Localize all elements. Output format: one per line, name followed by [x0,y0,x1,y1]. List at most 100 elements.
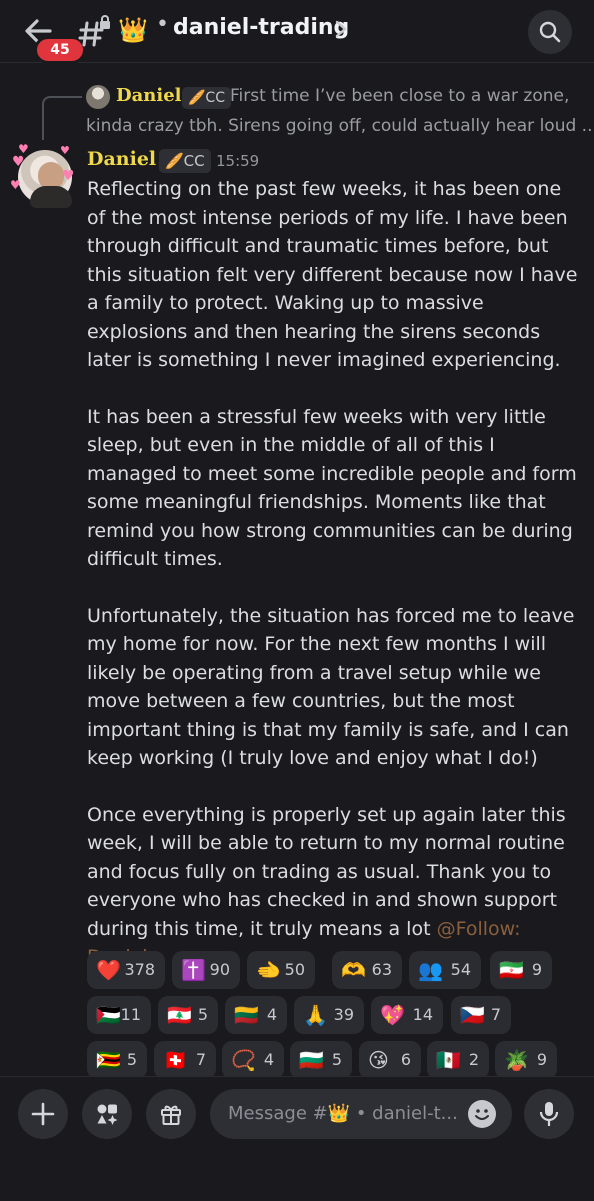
reaction-count: 39 [333,1005,354,1024]
reaction-chip[interactable]: ✝️ 90 [172,951,240,989]
reaction-chip[interactable]: 🇱🇹 4 [225,996,287,1034]
reaction-emoji: 📿 [231,1048,256,1072]
reaction-emoji: 💖 [380,1003,405,1027]
reaction-chip[interactable]: 🙏 39 [294,996,364,1034]
message-paragraph-last: Once everything is properly set up again… [87,801,582,972]
message-timestamp: 15:59 [216,152,260,170]
emoji-button[interactable] [468,1100,496,1128]
chevron-right-icon[interactable] [334,19,348,39]
reply-text-line-1[interactable]: First time I’ve been close to a war zone… [230,86,569,106]
reaction-chip[interactable]: ❤️ 378 [87,951,165,989]
reaction-chip[interactable]: 🫲 50 [247,951,315,989]
reaction-emoji: ✝️ [181,958,206,982]
channel-name[interactable]: daniel-trading [173,15,349,40]
emoji-icon [475,1109,489,1120]
message-paragraph: It has been a stressful few weeks with v… [87,405,577,571]
reaction-chip[interactable]: 📿 4 [222,1041,284,1079]
voice-message-button[interactable] [524,1089,574,1139]
reaction-count: 7 [490,1005,501,1024]
reaction-count: 63 [371,960,392,979]
reaction-count: 2 [468,1050,479,1069]
heart-decoration-icon: ♥ [10,178,21,192]
gift-button[interactable] [146,1089,196,1139]
reply-connector [42,96,82,140]
mic-icon [539,1102,559,1126]
reaction-emoji: 🇵🇸 [96,1003,121,1027]
heart-decoration-icon: ♥ [18,142,29,156]
plus-icon [31,1102,55,1126]
reaction-count: 14 [412,1005,433,1024]
reaction-chip[interactable]: 🇿🇼 5 [87,1041,147,1079]
channel-header: 45 👑 • daniel-trading [0,0,594,64]
reactions-bar: ❤️ 378 ✝️ 90 🫲 50 🫶 63 👥 54 🇮🇷 9 🇵🇸 11 🇱🇧 5 🇱🇹 4 … [87,951,587,1081]
message-body: Reflecting on the past few weeks, it has… [87,175,582,972]
reply-author[interactable]: Daniel [116,85,182,106]
reaction-emoji: 🇱🇹 [234,1003,259,1027]
heart-decoration-icon: ♥ [12,154,25,170]
message-input[interactable]: Message #👑 • daniel-t... [210,1089,512,1139]
reaction-chip[interactable]: 🫶 63 [332,951,402,989]
reaction-count: 50 [284,960,305,979]
reaction-chip[interactable]: 🇱🇧 5 [158,996,218,1034]
gift-icon [161,1105,181,1125]
reaction-chip[interactable]: 💖 14 [371,996,443,1034]
message-paragraph: Reflecting on the past few weeks, it has… [87,178,578,371]
reaction-emoji: 🪴 [504,1048,529,1072]
reaction-chip[interactable]: 🇧🇬 5 [290,1041,352,1079]
reply-text-line-2[interactable]: kinda crazy tbh. Sirens going off, could… [86,116,594,136]
reaction-count: 6 [400,1050,411,1069]
reaction-count: 5 [126,1050,137,1069]
reaction-count: 90 [209,960,230,979]
channel-emoji: 👑 [118,16,148,44]
reaction-emoji: 🇨🇿 [460,1003,485,1027]
reaction-emoji: 🙏 [303,1003,328,1027]
reaction-count: 9 [531,960,542,979]
reaction-emoji: 👥 [418,958,443,982]
reaction-chip[interactable]: 🇨🇭 7 [154,1041,216,1079]
reaction-chip[interactable]: 🇵🇸 11 [87,996,151,1034]
reaction-count: 11 [120,1005,141,1024]
hashtag-lock-icon [78,15,110,47]
reaction-chip[interactable]: 🇮🇷 9 [490,951,552,989]
avatar[interactable]: ♥ ♥ ♥ ♥ ♥ [10,142,78,208]
reaction-chip[interactable]: 🇨🇿 7 [451,996,511,1034]
reaction-emoji: 🇨🇭 [163,1048,188,1072]
reaction-chip[interactable]: 👥 54 [409,951,481,989]
avatar-shirt [30,186,72,208]
heart-decoration-icon: ♥ [60,144,70,157]
reaction-emoji: 🫲 [256,958,281,982]
message-role-tag: 🥖CC [159,149,211,173]
reaction-emoji: 🇧🇬 [299,1048,324,1072]
reaction-count: 378 [124,960,155,979]
message-composer: Message #👑 • daniel-t... [0,1076,594,1201]
reaction-emoji: 😘 [368,1048,389,1072]
search-icon [539,21,561,43]
apps-button[interactable] [82,1089,132,1139]
reaction-count: 7 [195,1050,206,1069]
reaction-count: 9 [536,1050,547,1069]
search-button[interactable] [528,10,572,54]
reaction-chip[interactable]: 🪴 9 [495,1041,557,1079]
reaction-emoji: 🇱🇧 [167,1003,192,1027]
message-paragraph: Unfortunately, the situation has forced … [87,604,575,770]
channel-separator: • [156,12,169,37]
message-input-placeholder: Message #👑 • daniel-t... [228,1103,458,1124]
heart-decoration-icon: ♥ [62,168,75,184]
reply-avatar[interactable] [86,85,110,109]
reaction-chip[interactable]: 🇲🇽 2 [427,1041,489,1079]
reaction-chip[interactable]: 😘 6 [359,1041,421,1079]
reaction-count: 5 [331,1050,342,1069]
reply-role-tag: 🥖CC [182,87,231,109]
reaction-count: 4 [266,1005,277,1024]
add-attachment-button[interactable] [18,1089,68,1139]
reaction-emoji: 🇲🇽 [436,1048,461,1072]
reaction-emoji: 🫶 [341,958,366,982]
reaction-emoji: 🇿🇼 [96,1048,121,1072]
reaction-count: 54 [450,960,471,979]
reaction-count: 5 [197,1005,208,1024]
apps-icon [97,1104,118,1125]
reaction-emoji: 🇮🇷 [499,958,524,982]
message-author[interactable]: Daniel [87,148,156,170]
reaction-emoji: ❤️ [96,958,121,982]
reaction-count: 4 [263,1050,274,1069]
